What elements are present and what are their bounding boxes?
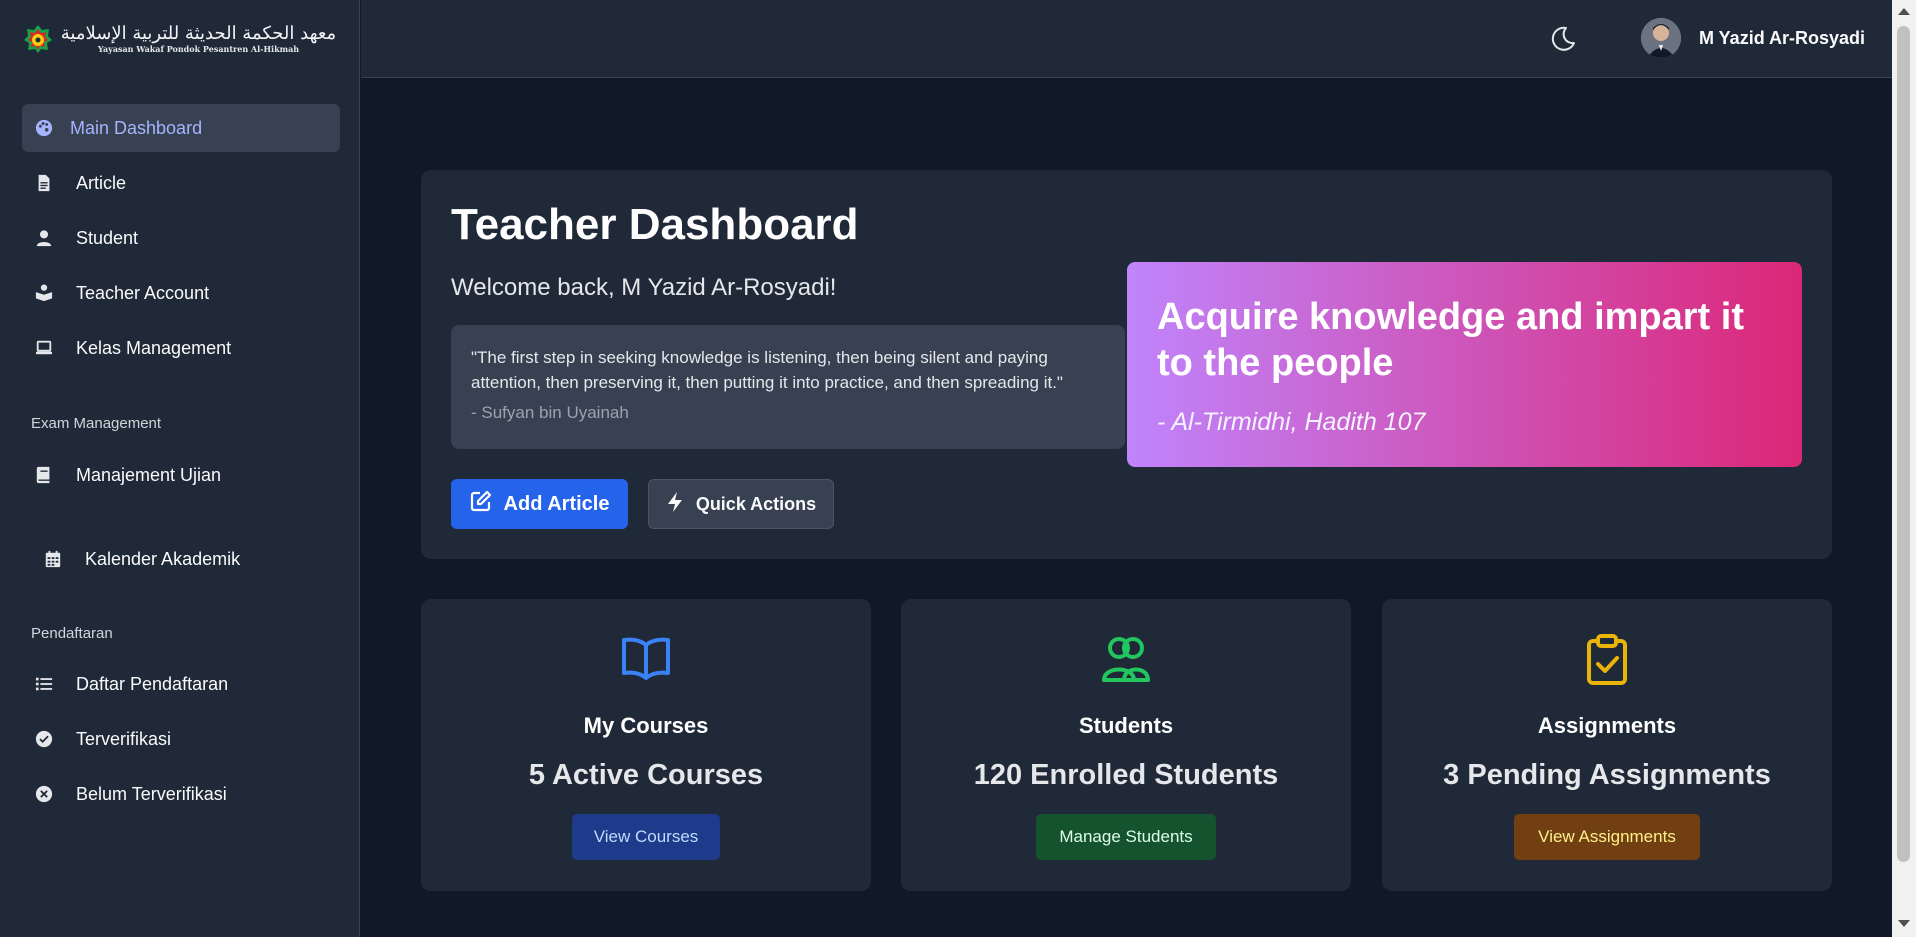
emblem-icon — [23, 24, 53, 54]
section-label-pendaftaran: Pendaftaran — [31, 625, 113, 642]
view-courses-button[interactable]: View Courses — [572, 814, 720, 860]
list-icon — [32, 672, 56, 696]
stat-title: My Courses — [583, 713, 709, 738]
user-icon — [32, 226, 56, 250]
banner-title: Acquire knowledge and impart it to the p… — [1157, 296, 1744, 384]
stat-title: Students — [1078, 713, 1174, 738]
quote-box: "The first step in seeking knowledge is … — [451, 325, 1125, 449]
motivation-banner: Acquire knowledge and impart it to the p… — [1127, 262, 1802, 467]
user-name: M Yazid Ar-Rosyadi — [1699, 27, 1866, 48]
manage-students-button[interactable]: Manage Students — [1036, 814, 1216, 860]
file-icon — [32, 171, 56, 195]
sidebar-item-student[interactable]: Student — [22, 214, 340, 262]
top-header: M Yazid Ar-Rosyadi — [361, 0, 1892, 78]
sidebar-item-teacher-account[interactable]: Teacher Account — [22, 269, 340, 317]
user-menu[interactable]: M Yazid Ar-Rosyadi — [1641, 18, 1865, 58]
sidebar-item-label: Teacher Account — [76, 282, 210, 303]
quote-text: "The first step in seeking knowledge is … — [471, 348, 1063, 392]
sidebar-item-terverifikasi[interactable]: Terverifikasi — [22, 715, 340, 763]
sidebar-item-label: Terverifikasi — [76, 728, 172, 749]
add-article-button[interactable]: Add Article — [451, 479, 628, 529]
sidebar-item-label: Kalender Akademik — [85, 548, 241, 569]
quote-author: - Sufyan bin Uyainah — [471, 403, 629, 422]
reader-icon — [32, 281, 56, 305]
logo-area: معهد الحكمة الحديثة للتربية الإسلامية Ya… — [0, 0, 359, 78]
sidebar-item-article[interactable]: Article — [22, 159, 340, 207]
hero-card: Teacher Dashboard Welcome back, M Yazid … — [421, 170, 1832, 559]
bolt-icon — [666, 491, 684, 518]
laptop-icon — [32, 336, 56, 360]
avatar — [1641, 18, 1681, 58]
page-title: Teacher Dashboard — [451, 200, 859, 249]
sidebar-item-daftar-pendaftaran[interactable]: Daftar Pendaftaran — [22, 660, 340, 708]
sidebar-item-label: Student — [76, 227, 139, 248]
sidebar-item-main-dashboard[interactable]: Main Dashboard — [22, 104, 340, 152]
stat-card-students: Students 120 Enrolled Students Manage St… — [901, 599, 1351, 891]
palette-icon — [32, 116, 56, 140]
check-circle-icon — [32, 727, 56, 751]
sidebar-item-label: Article — [76, 172, 127, 193]
banner-source: - Al-Tirmidhi, Hadith 107 — [1157, 408, 1426, 436]
moon-icon[interactable] — [1547, 24, 1577, 54]
sidebar-item-label: Belum Terverifikasi — [76, 783, 227, 804]
stat-title: Assignments — [1537, 713, 1677, 738]
users-icon — [1100, 633, 1152, 685]
stat-value: 120 Enrolled Students — [973, 759, 1279, 791]
sidebar-item-belum-terverifikasi[interactable]: Belum Terverifikasi — [22, 770, 340, 818]
book-icon — [32, 463, 56, 487]
scroll-up-icon[interactable] — [1898, 8, 1910, 15]
page-scrollbar[interactable] — [1892, 0, 1916, 937]
quick-actions-label: Quick Actions — [695, 493, 817, 514]
welcome-text: Welcome back, M Yazid Ar-Rosyadi! — [451, 274, 837, 301]
stat-value: 3 Pending Assignments — [1443, 759, 1771, 791]
scroll-thumb[interactable] — [1897, 26, 1910, 862]
sidebar-item-label: Daftar Pendaftaran — [76, 673, 229, 694]
book-open-icon — [620, 633, 672, 685]
sidebar-item-label: Main Dashboard — [70, 117, 203, 138]
sidebar-item-kalender-akademik[interactable]: Kalender Akademik — [31, 535, 349, 583]
scroll-down-icon[interactable] — [1898, 920, 1910, 927]
x-circle-icon — [32, 782, 56, 806]
brand-arabic: معهد الحكمة الحديثة للتربية الإسلامية — [60, 23, 337, 44]
sidebar-item-label: Manajement Ujian — [76, 464, 222, 485]
brand-logo[interactable]: معهد الحكمة الحديثة للتربية الإسلامية Ya… — [23, 24, 336, 54]
stat-card-courses: My Courses 5 Active Courses View Courses — [421, 599, 871, 891]
sidebar: معهد الحكمة الحديثة للتربية الإسلامية Ya… — [0, 0, 360, 937]
brand-subtitle: Yayasan Wakaf Pondok Pesantren Al-Hikmah — [97, 44, 300, 54]
app-root: معهد الحكمة الحديثة للتربية الإسلامية Ya… — [0, 0, 1916, 937]
quick-actions-button[interactable]: Quick Actions — [648, 479, 834, 529]
sidebar-item-manajement-ujian[interactable]: Manajement Ujian — [22, 451, 340, 499]
section-label-exam: Exam Management — [31, 415, 162, 432]
clipboard-check-icon — [1581, 633, 1633, 685]
add-article-label: Add Article — [503, 492, 610, 515]
stat-card-assignments: Assignments 3 Pending Assignments View A… — [1382, 599, 1832, 891]
edit-icon — [470, 490, 492, 518]
sidebar-item-label: Kelas Management — [76, 337, 232, 358]
sidebar-item-kelas-management[interactable]: Kelas Management — [22, 324, 340, 372]
stat-value: 5 Active Courses — [528, 759, 764, 791]
calendar-icon — [41, 547, 65, 571]
view-assignments-button[interactable]: View Assignments — [1514, 814, 1700, 860]
